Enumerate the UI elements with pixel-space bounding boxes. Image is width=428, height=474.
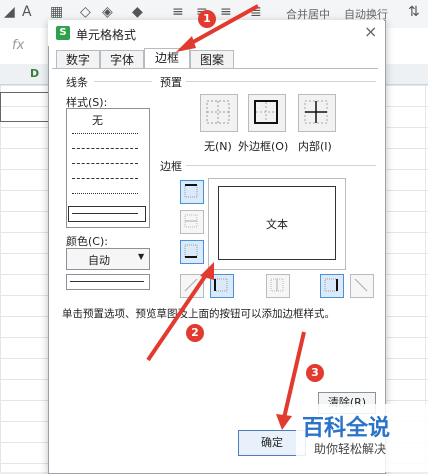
step-badge-1: 1	[198, 10, 216, 28]
watermark-title: 百科全说	[302, 416, 391, 441]
arrow-step3-head	[276, 414, 292, 430]
arrow-step1	[185, 4, 259, 48]
arrow-step2	[146, 270, 210, 362]
annotation-arrows	[146, 4, 306, 430]
watermark-subtitle: 助你轻松解决	[314, 442, 387, 456]
step-badge-3: 3	[306, 364, 324, 382]
arrow-step1-head	[176, 36, 196, 52]
step-badge-2: 2	[186, 324, 204, 342]
